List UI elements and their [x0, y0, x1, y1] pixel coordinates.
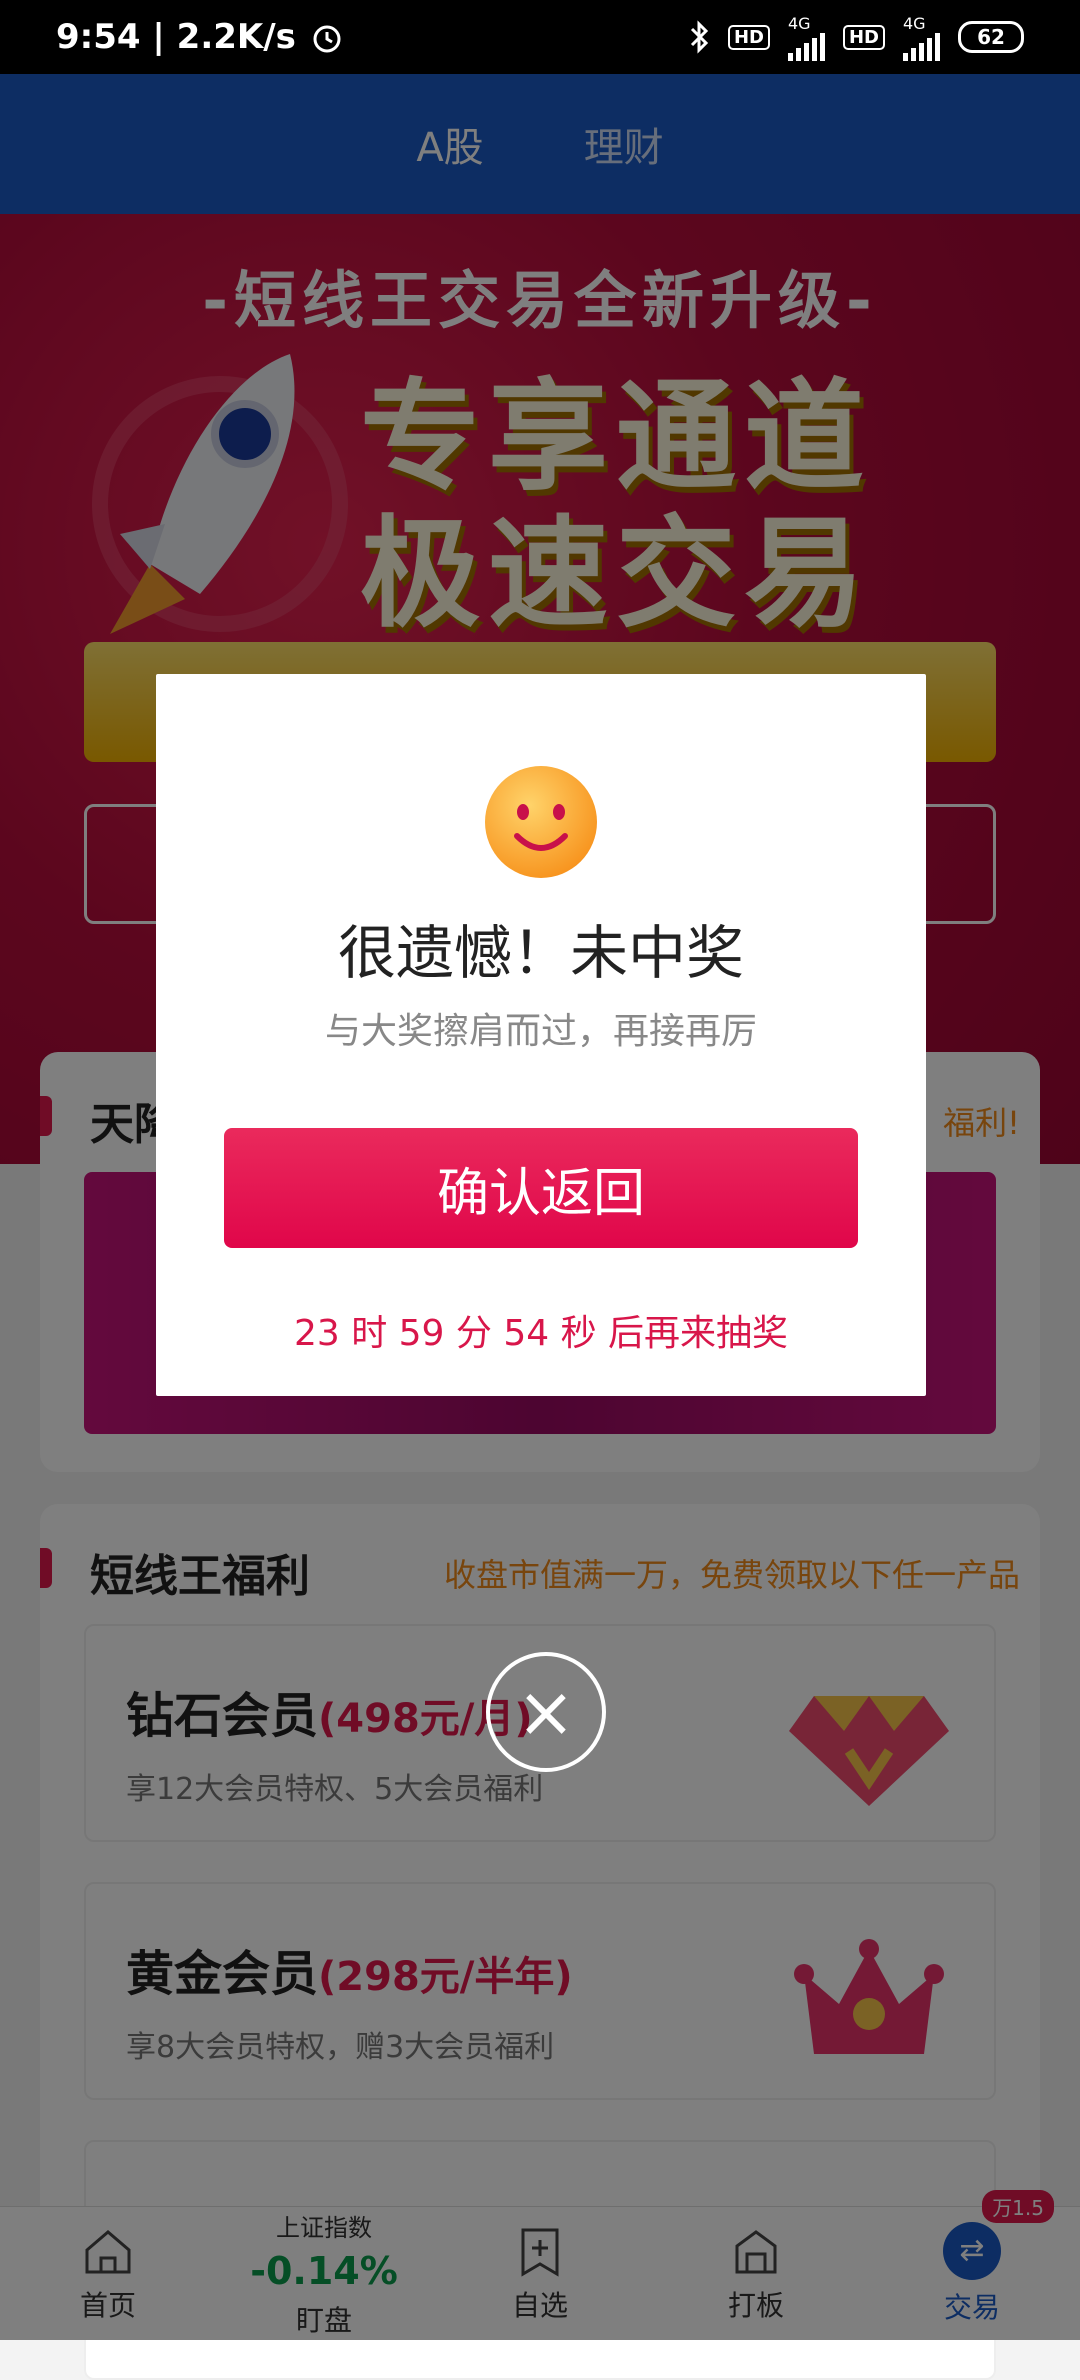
network-label-2: 4G [903, 13, 926, 33]
status-right: HD 4G HD 4G 62 [688, 14, 1024, 61]
alarm-icon [313, 25, 341, 53]
confirm-return-button[interactable]: 确认返回 [224, 1128, 858, 1248]
countdown-text: 23 时 59 分 54 秒 后再来抽奖 [293, 1313, 789, 1354]
signal-bars-1-icon [787, 32, 825, 61]
signal-bars-2-icon [903, 32, 940, 61]
status-time-speed: 9:54 | 2.2K/s [56, 17, 296, 57]
dialog-subtitle: 与大奖擦肩而过，再接再厉 [324, 1011, 757, 1052]
hd-badge-1: HD [727, 24, 770, 50]
signal-1: 4G [787, 13, 825, 61]
bluetooth-icon [690, 20, 709, 54]
battery-indicator: 62 [958, 21, 1024, 53]
hd-badge-2: HD [842, 24, 885, 50]
lottery-result-dialog: 很遗憾！未中奖 与大奖擦肩而过，再接再厉 确认返回 23 时 59 分 54 秒… [156, 674, 926, 1396]
signal-2: 4G [903, 14, 940, 61]
dialog-title: 很遗憾！未中奖 [337, 919, 744, 987]
smiley-icon [485, 766, 597, 878]
status-left: 9:54 | 2.2K/s [56, 17, 344, 57]
close-icon[interactable]: × [486, 1652, 606, 1772]
status-bar: 9:54 | 2.2K/s HD 4G HD 4G 62 [0, 0, 1080, 74]
network-label-1: 4G [787, 13, 811, 33]
